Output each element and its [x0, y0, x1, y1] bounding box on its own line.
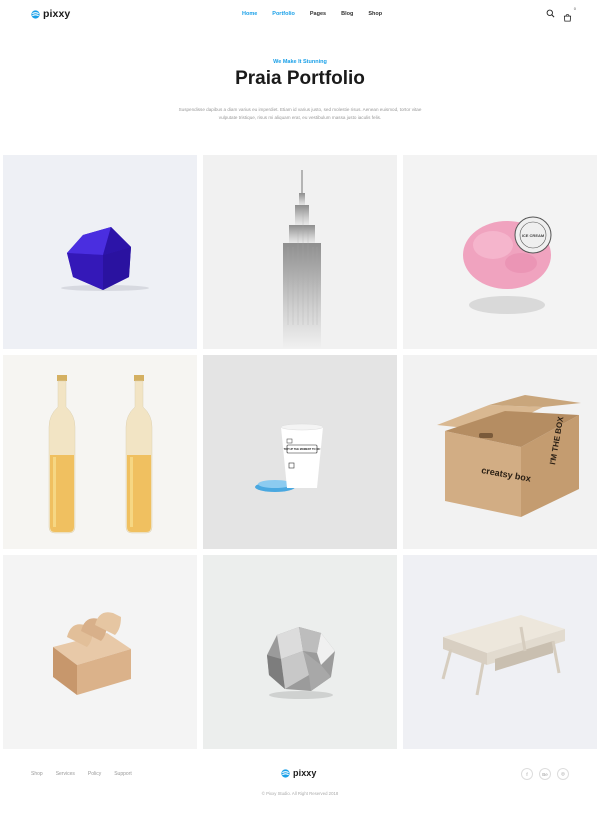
search-icon[interactable] — [546, 9, 555, 18]
cup-label-text: TOP UP THE MOMENT TO 9K! — [284, 447, 321, 451]
site-logo[interactable]: pixxy — [31, 8, 70, 20]
shopping-bag-icon — [563, 13, 572, 22]
portfolio-item-pink-ice-cream[interactable]: ICE CREAM — [403, 155, 597, 349]
paper-cup-image: TOP UP THE MOMENT TO 9K! — [255, 423, 324, 492]
portfolio-item-crumpled-paper[interactable] — [203, 555, 397, 749]
skyscraper-image — [283, 170, 321, 349]
hero-description: Suspendisse dapibus a diam varius eu imp… — [178, 107, 422, 120]
footer-link-policy[interactable]: Policy — [88, 771, 101, 777]
portfolio-item-coffee-table[interactable] — [403, 555, 597, 749]
nav-item-portfolio[interactable]: Portfolio — [272, 11, 295, 17]
portfolio-item-glass-bottles[interactable] — [3, 355, 197, 549]
stamp-text: ICE CREAM — [522, 233, 545, 238]
nav-item-shop[interactable]: Shop — [368, 11, 382, 17]
coffee-table-image — [441, 615, 565, 696]
header-actions: 0 — [546, 6, 576, 22]
nav-item-blog[interactable]: Blog — [341, 11, 353, 17]
ice-cream-image: ICE CREAM — [463, 216, 552, 314]
portfolio-item-wooden-blocks[interactable] — [3, 555, 197, 749]
wooden-blocks-image — [53, 612, 131, 695]
nav-item-pages[interactable]: Pages — [310, 11, 326, 17]
footer-logo[interactable]: pixxy — [281, 768, 317, 778]
logo-mark-icon — [281, 768, 290, 778]
behance-icon[interactable]: Be — [539, 768, 551, 780]
logo-text: pixxy — [43, 8, 71, 20]
cart-count-badge: 0 — [573, 6, 576, 11]
site-header: pixxy Home Portfolio Pages Blog Shop 0 — [0, 0, 600, 28]
main-nav: Home Portfolio Pages Blog Shop — [242, 11, 397, 17]
nav-item-home[interactable]: Home — [242, 11, 257, 17]
hero-eyebrow: We Make It Stunning — [273, 59, 327, 65]
social-links: f Be ◎ — [521, 768, 569, 780]
facebook-icon[interactable]: f — [521, 768, 533, 780]
portfolio-item-skyscraper[interactable] — [203, 155, 397, 349]
blue-polyhedron-image — [61, 227, 149, 291]
crumpled-paper-image — [267, 627, 335, 699]
logo-mark-icon — [31, 9, 40, 19]
cart-button[interactable]: 0 — [563, 6, 576, 22]
copyright-text: © Pixxy Studio. All Right Reserved 2018 — [261, 791, 339, 796]
portfolio-item-paper-cup[interactable]: TOP UP THE MOMENT TO 9K! — [203, 355, 397, 549]
portfolio-grid: ICE CREAM TOP UP THE MOMENT TO 9K! creat… — [3, 155, 598, 750]
footer-link-shop[interactable]: Shop — [31, 771, 43, 777]
portfolio-item-cardboard-box[interactable]: creatsy box I'M THE BOX — [403, 355, 597, 549]
dribbble-icon[interactable]: ◎ — [557, 768, 569, 780]
cardboard-box-image: creatsy box I'M THE BOX — [437, 395, 581, 517]
footer-link-services[interactable]: Services — [56, 771, 75, 777]
footer-logo-text: pixxy — [293, 768, 317, 778]
page-title: Praia Portfolio — [235, 68, 365, 89]
footer-nav: Shop Services Policy Support — [31, 771, 145, 777]
bottles-image — [48, 375, 153, 534]
footer-link-support[interactable]: Support — [114, 771, 132, 777]
portfolio-item-blue-polyhedron[interactable] — [3, 155, 197, 349]
